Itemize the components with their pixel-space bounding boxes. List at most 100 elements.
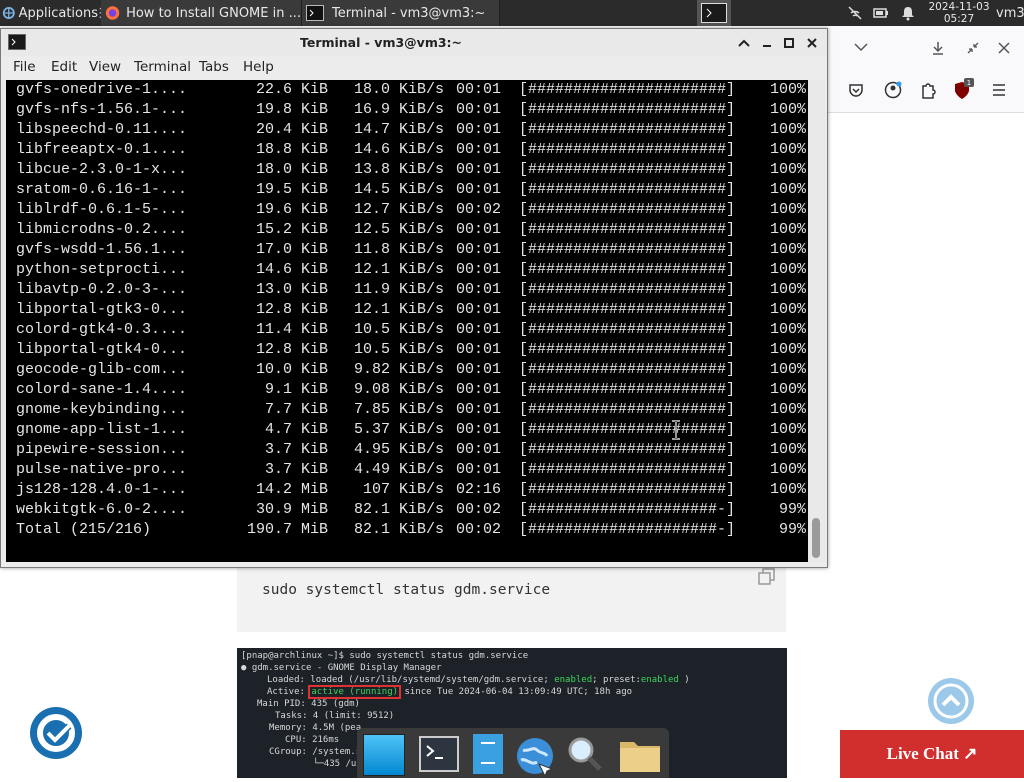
live-chat-button[interactable]: Live Chat ↗ bbox=[840, 730, 1024, 778]
extensions-icon[interactable] bbox=[920, 81, 936, 99]
minimize-arrow-icon[interactable] bbox=[932, 41, 944, 55]
menu-terminal[interactable]: Terminal bbox=[134, 59, 191, 75]
terminal-cell-size: 18.0 KiB bbox=[255, 161, 328, 178]
terminal-cell-bar: [######################] bbox=[519, 161, 736, 178]
terminal-scrollbar-thumb[interactable] bbox=[812, 518, 820, 558]
terminal-cell-time: 00:01 bbox=[456, 361, 502, 378]
applications-menu[interactable]: Applications bbox=[2, 0, 98, 26]
network-disconnected-icon[interactable] bbox=[847, 5, 863, 21]
shade-up-icon[interactable] bbox=[738, 38, 750, 48]
search-launcher[interactable] bbox=[565, 734, 605, 774]
terminal-line: gnome-app-list-1... 4.7 KiB 5.37 KiB/s 00:0… bbox=[16, 420, 806, 440]
minimize-icon[interactable] bbox=[761, 38, 773, 48]
terminal-line: gnome-keybinding... 7.7 KiB 7.85 KiB/s 00:0… bbox=[16, 400, 806, 420]
pocket-icon[interactable] bbox=[848, 82, 864, 98]
terminal-workspace-icon bbox=[701, 3, 727, 23]
terminal-cell-name: Total (215/216) bbox=[16, 521, 152, 538]
user-menu[interactable]: vm3 bbox=[996, 0, 1024, 26]
chevron-up-icon bbox=[933, 683, 969, 719]
terminal-line: gvfs-onedrive-1.... 22.6 KiB 18.0 KiB/s 00:… bbox=[16, 80, 806, 100]
text-cursor-icon bbox=[672, 420, 680, 440]
terminal-cell-name: gvfs-onedrive-1.... bbox=[16, 81, 188, 98]
close-icon[interactable] bbox=[998, 42, 1010, 54]
terminal-cell-pct: 100% bbox=[769, 121, 806, 138]
terminal-line: Total (215/216) 190.7 MiB 82.1 KiB/s 00:02 [… bbox=[16, 520, 806, 540]
task-terminal[interactable]: Terminal - vm3@vm3:~ bbox=[302, 0, 500, 26]
hamburger-menu-icon[interactable] bbox=[992, 84, 1006, 96]
show-desktop-icon[interactable] bbox=[363, 734, 405, 776]
terminal-line: python-setprocti... 14.6 KiB 12.1 KiB/s 00:… bbox=[16, 260, 806, 280]
terminal-cell-pct: 99% bbox=[778, 521, 806, 538]
menu-help[interactable]: Help bbox=[243, 59, 274, 75]
terminal-cell-speed: 13.8 KiB/s bbox=[353, 161, 444, 178]
account-icon[interactable] bbox=[884, 81, 902, 99]
task-browser-label: How to Install GNOME in ... bbox=[126, 5, 301, 21]
terminal-cell-name: colord-gtk4-0.3.... bbox=[16, 321, 188, 338]
restore-arrows-icon[interactable] bbox=[966, 41, 980, 55]
terminal-cell-speed: 82.1 KiB/s bbox=[353, 521, 444, 538]
firefox-icon bbox=[105, 6, 120, 20]
terminal-cell-size: 10.0 KiB bbox=[255, 361, 328, 378]
terminal-cell-size: 7.7 KiB bbox=[264, 401, 328, 418]
terminal-cell-size: 14.2 MiB bbox=[255, 481, 328, 498]
terminal-screen[interactable]: gvfs-onedrive-1.... 22.6 KiB 18.0 KiB/s 00:… bbox=[6, 80, 808, 562]
menu-edit[interactable]: Edit bbox=[51, 59, 77, 75]
terminal-cell-speed: 16.9 KiB/s bbox=[353, 101, 444, 118]
terminal-line: liblrdf-0.6.1-5-... 19.6 KiB 12.7 KiB/s 00:… bbox=[16, 200, 806, 220]
chevron-down-icon[interactable] bbox=[854, 42, 868, 52]
file-manager-launcher[interactable] bbox=[469, 734, 509, 774]
terminal-line: js128-128.4.0-1-... 14.2 MiB 107 KiB/s 02:1… bbox=[16, 480, 806, 500]
terminal-cell-time: 00:01 bbox=[456, 241, 502, 258]
terminal-line: colord-gtk4-0.3.... 11.4 KiB 10.5 KiB/s 00:… bbox=[16, 320, 806, 340]
site-logo[interactable] bbox=[30, 707, 82, 759]
terminal-cell-speed: 107 KiB/s bbox=[362, 481, 444, 498]
task-browser[interactable]: How to Install GNOME in ... bbox=[101, 0, 302, 26]
terminal-cell-pct: 100% bbox=[769, 381, 806, 398]
site-logo-icon bbox=[37, 714, 75, 752]
terminal-cell-size: 22.6 KiB bbox=[255, 81, 328, 98]
scroll-to-top-button[interactable] bbox=[928, 678, 974, 724]
copy-icon[interactable] bbox=[757, 567, 777, 587]
terminal-cell-pct: 100% bbox=[769, 421, 806, 438]
terminal-scrollbar[interactable] bbox=[808, 80, 826, 562]
terminal-window[interactable]: Terminal - vm3@vm3:~ File Edit View Term… bbox=[0, 28, 828, 568]
terminal-cell-pct: 100% bbox=[769, 481, 806, 498]
terminal-cell-pct: 100% bbox=[769, 101, 806, 118]
clock[interactable]: 2024-11-03 05:27 bbox=[926, 0, 992, 27]
terminal-cell-time: 00:02 bbox=[456, 501, 502, 518]
browser-toolbar: 1 bbox=[826, 26, 1024, 113]
terminal-cell-pct: 99% bbox=[778, 501, 806, 518]
terminal-cell-time: 00:01 bbox=[456, 261, 502, 278]
svg-text:1: 1 bbox=[967, 79, 971, 87]
terminal-launcher[interactable] bbox=[419, 734, 459, 774]
terminal-cell-size: 30.9 MiB bbox=[255, 501, 328, 518]
folder-launcher[interactable] bbox=[619, 734, 660, 774]
terminal-cell-bar: [######################] bbox=[519, 101, 736, 118]
terminal-cell-name: webkitgtk-6.0-2.... bbox=[16, 501, 188, 518]
snippet-cgroup: CGroup: /system.s bbox=[269, 747, 362, 757]
terminal-icon bbox=[306, 5, 324, 21]
close-window-icon[interactable] bbox=[806, 37, 818, 49]
terminal-cell-speed: 18.0 KiB/s bbox=[353, 81, 444, 98]
battery-icon[interactable] bbox=[873, 5, 889, 21]
web-browser-launcher[interactable] bbox=[513, 734, 554, 778]
notification-bell-icon[interactable] bbox=[900, 5, 916, 21]
terminal-cell-size: 19.6 KiB bbox=[255, 201, 328, 218]
maximize-icon[interactable] bbox=[783, 37, 795, 49]
terminal-cell-speed: 12.1 KiB/s bbox=[353, 301, 444, 318]
clock-time: 05:27 bbox=[943, 13, 975, 25]
terminal-cell-pct: 100% bbox=[769, 301, 806, 318]
menu-file[interactable]: File bbox=[13, 59, 36, 75]
snippet-cgroup-tree: └─435 /u bbox=[313, 759, 357, 769]
terminal-cell-name: libmicrodns-0.2.... bbox=[16, 221, 188, 238]
task-terminal-label: Terminal - vm3@vm3:~ bbox=[332, 5, 486, 21]
terminal-cell-bar: [######################] bbox=[519, 121, 736, 138]
terminal-cell-speed: 14.5 KiB/s bbox=[353, 181, 444, 198]
snippet-active: Active: active (running) since Tue 2024-… bbox=[267, 685, 633, 699]
snippet-active-since: since Tue 2024-06-04 13:09:49 UTC; 18h a… bbox=[404, 687, 633, 697]
ublock-icon[interactable]: 1 bbox=[954, 78, 974, 100]
workspace-switcher[interactable] bbox=[697, 0, 731, 26]
menu-tabs[interactable]: Tabs bbox=[199, 59, 229, 75]
terminal-titlebar[interactable]: Terminal - vm3@vm3:~ bbox=[1, 29, 827, 57]
menu-view[interactable]: View bbox=[89, 59, 121, 75]
